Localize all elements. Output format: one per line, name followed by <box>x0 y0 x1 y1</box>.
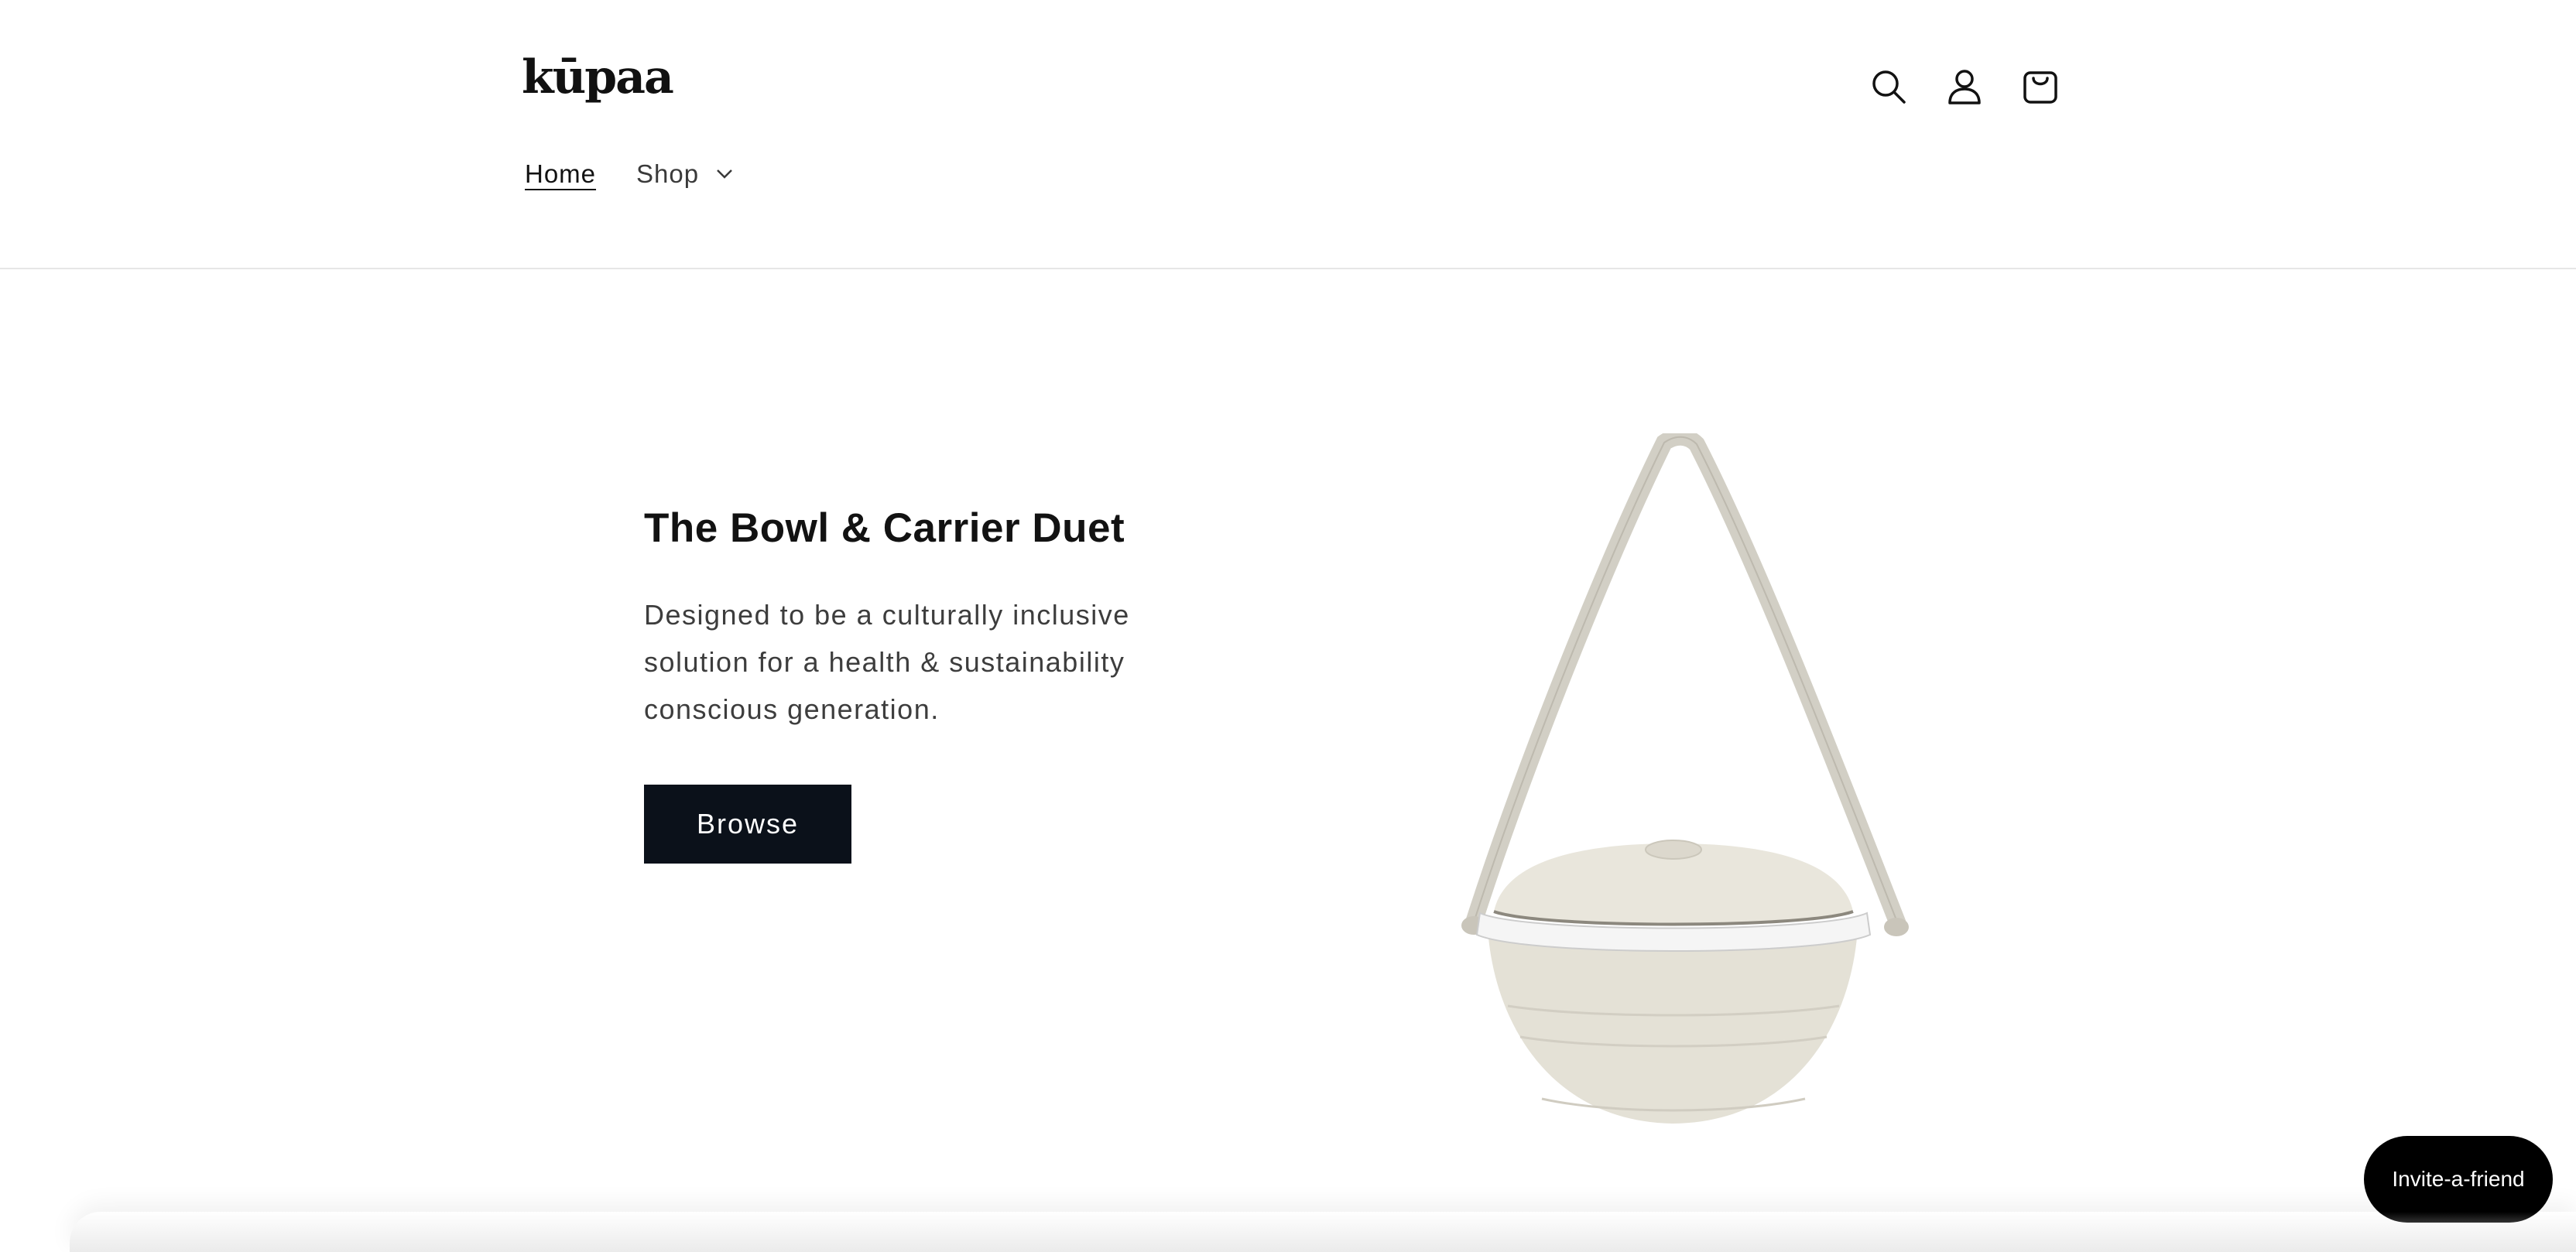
nav-shop-label: Shop <box>636 159 700 188</box>
search-button[interactable] <box>1864 62 1913 111</box>
site-logo[interactable]: kūpaa <box>522 54 674 101</box>
account-button[interactable] <box>1940 62 1989 111</box>
invite-a-friend-button[interactable]: Invite-a-friend <box>2364 1136 2553 1223</box>
bottom-drawer-edge <box>70 1212 2576 1252</box>
browse-button[interactable]: Browse <box>644 785 851 864</box>
hero-description: Designed to be a culturally inclusive so… <box>644 599 1130 725</box>
nav-home-label: Home <box>525 159 597 188</box>
product-image <box>1461 433 1909 1124</box>
account-icon <box>1948 70 1981 104</box>
main-nav: Home Shop <box>525 159 733 189</box>
chevron-down-icon <box>717 169 732 179</box>
nav-shop[interactable]: Shop <box>636 159 733 189</box>
search-icon <box>1872 70 1906 104</box>
cart-icon <box>2023 71 2057 104</box>
page: kūpaa Home Shop The Bowl & Carrier Duet … <box>0 0 2576 1252</box>
cart-button[interactable] <box>2016 62 2065 111</box>
nav-home[interactable]: Home <box>525 159 596 189</box>
site-header: kūpaa Home Shop <box>0 0 2576 269</box>
hero-title: The Bowl & Carrier Duet <box>644 505 1125 551</box>
